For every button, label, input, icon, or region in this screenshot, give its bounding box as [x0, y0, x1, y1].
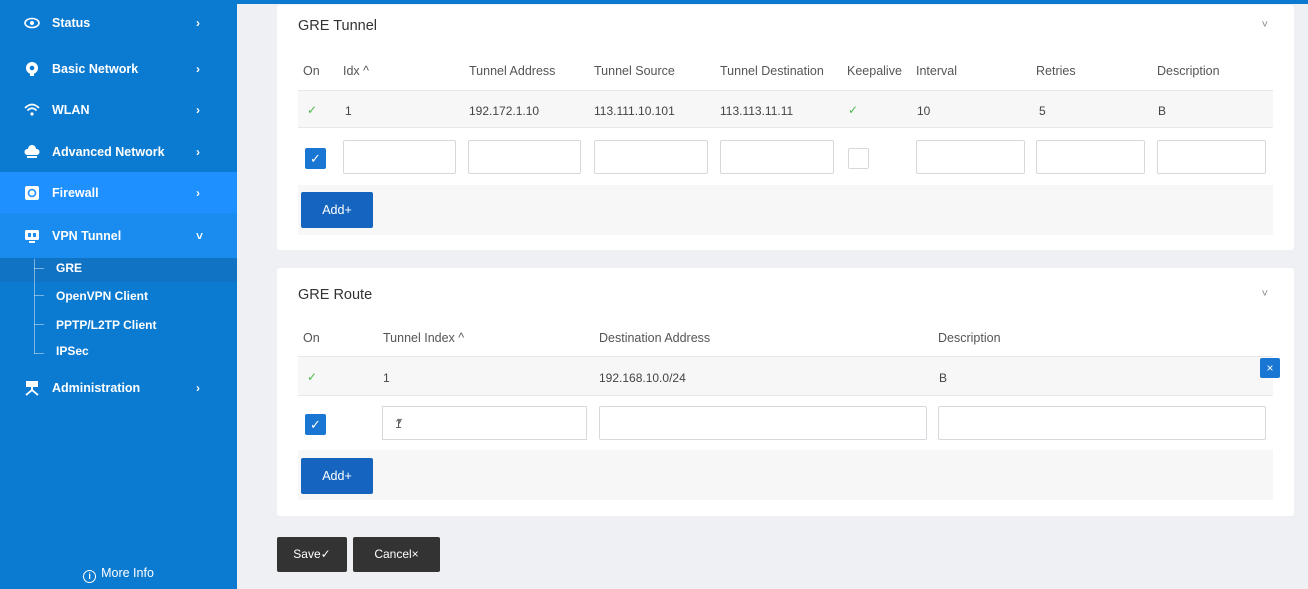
new-tunnel-address-input[interactable]	[468, 140, 581, 174]
cell-destination-address: 192.168.10.0/24	[599, 371, 686, 385]
tree-tick	[34, 268, 44, 269]
col-header-tunnel-address: Tunnel Address	[469, 64, 556, 78]
sidebar: Status › Basic Network › WLAN › Advanced…	[0, 0, 237, 589]
col-header-interval: Interval	[916, 64, 957, 78]
sidebar-item-label: Status	[52, 15, 91, 30]
cloud-icon	[24, 144, 40, 158]
col-header-on: On	[303, 331, 320, 345]
new-description-input[interactable]	[1157, 140, 1266, 174]
chevron-down-icon[interactable]: ˅	[1262, 19, 1268, 31]
new-keepalive-checkbox[interactable]	[848, 148, 869, 169]
new-on-checkbox[interactable]: ✓	[305, 414, 326, 435]
more-info-link[interactable]: i More Info	[0, 566, 237, 583]
sidebar-item-firewall[interactable]: Firewall ›	[0, 172, 237, 213]
panel-title: GRE Tunnel	[298, 18, 377, 34]
chevron-right-icon: ›	[196, 102, 200, 117]
col-header-tunnel-index[interactable]: Tunnel Index ^	[383, 331, 464, 345]
new-tunnel-destination-input[interactable]	[720, 140, 834, 174]
tree-tick	[34, 353, 44, 354]
cancel-button[interactable]: Cancel×	[353, 537, 440, 572]
cell-tunnel-destination: 113.113.11.11	[720, 104, 794, 118]
sidebar-item-label: VPN Tunnel	[52, 228, 122, 243]
wifi-icon	[24, 103, 40, 116]
sidebar-item-label: WLAN	[52, 102, 90, 117]
check-icon: ✓	[307, 103, 318, 117]
delete-row-button[interactable]: ×	[1260, 358, 1280, 378]
cell-interval: 10	[917, 104, 931, 118]
col-header-destination-address: Destination Address	[599, 331, 711, 345]
sidebar-item-label: Firewall	[52, 185, 99, 200]
more-info-label: More Info	[101, 566, 154, 580]
col-header-keepalive: Keepalive	[847, 64, 902, 78]
new-idx-input[interactable]	[343, 140, 456, 174]
col-header-retries: Retries	[1036, 64, 1076, 78]
sidebar-item-vpn-tunnel[interactable]: VPN Tunnel ˅	[0, 213, 237, 258]
tree-tick	[34, 324, 44, 325]
tree-line	[34, 259, 35, 354]
top-border	[237, 0, 1308, 4]
col-header-tunnel-destination: Tunnel Destination	[720, 64, 824, 78]
sidebar-item-label: Basic Network	[52, 61, 139, 76]
chevron-right-icon: ›	[196, 144, 200, 159]
sidebar-item-label: Advanced Network	[52, 144, 165, 159]
add-area	[298, 450, 1273, 500]
vpn-icon	[25, 229, 39, 243]
chevron-right-icon: ›	[196, 15, 200, 30]
chevron-down-icon: ˅	[196, 228, 204, 243]
add-button[interactable]: Add+	[301, 192, 373, 228]
col-header-description: Description	[938, 331, 1001, 345]
tree-tick	[34, 295, 44, 296]
chevron-right-icon: ›	[196, 185, 200, 200]
panel-title: GRE Route	[298, 287, 373, 303]
sidebar-subitem-gre[interactable]: GRE	[56, 261, 82, 275]
info-icon: i	[83, 570, 97, 583]
new-on-checkbox[interactable]: ✓	[305, 148, 326, 169]
sidebar-subitem-ipsec[interactable]: IPSec	[56, 344, 89, 358]
dropdown-arrow-icon: ▼	[395, 416, 404, 426]
sidebar-item-advanced-network[interactable]: Advanced Network ›	[0, 131, 237, 172]
col-header-description: Description	[1157, 64, 1220, 78]
new-destination-address-input[interactable]	[599, 406, 927, 440]
cell-tunnel-address: 192.172.1.10	[469, 104, 540, 118]
col-header-tunnel-source: Tunnel Source	[594, 64, 675, 78]
table-row[interactable]	[298, 356, 1273, 396]
add-button[interactable]: Add+	[301, 458, 373, 494]
check-icon: ✓	[848, 103, 859, 117]
sidebar-subitem-openvpn-client[interactable]: OpenVPN Client	[56, 289, 148, 303]
gre-route-panel: GRE Route ˅ On Tunnel Index ^ Destinatio…	[277, 268, 1294, 516]
col-header-on: On	[303, 64, 320, 78]
sidebar-item-administration[interactable]: Administration ›	[0, 367, 237, 408]
eye-icon	[24, 17, 40, 28]
gre-tunnel-panel: GRE Tunnel ˅ On Idx ^ Tunnel Address Tun…	[277, 5, 1294, 250]
cell-description: B	[939, 371, 948, 385]
cell-idx: 1	[345, 104, 352, 118]
cell-description: B	[1158, 104, 1167, 118]
new-tunnel-source-input[interactable]	[594, 140, 708, 174]
admin-icon	[25, 380, 39, 396]
firewall-icon	[25, 185, 39, 200]
new-interval-input[interactable]	[916, 140, 1025, 174]
chevron-right-icon: ›	[196, 61, 200, 76]
tunnel-index-select[interactable]: 1 ▼	[382, 406, 587, 440]
sidebar-item-wlan[interactable]: WLAN ›	[0, 89, 237, 130]
check-icon: ✓	[307, 370, 318, 384]
new-retries-input[interactable]	[1036, 140, 1145, 174]
sidebar-item-label: Administration	[52, 380, 141, 395]
new-description-input[interactable]	[938, 406, 1266, 440]
sidebar-item-basic-network[interactable]: Basic Network ›	[0, 48, 237, 89]
add-area	[298, 185, 1273, 235]
cell-tunnel-source: 113.111.10.101	[594, 104, 675, 118]
save-button[interactable]: Save✓	[277, 537, 347, 572]
cell-retries: 5	[1039, 104, 1046, 118]
chevron-right-icon: ›	[196, 380, 200, 395]
sidebar-subitem-active-bg	[0, 258, 237, 282]
sidebar-subitem-pptp-l2tp-client[interactable]: PPTP/L2TP Client	[56, 318, 156, 332]
globe-icon	[26, 61, 38, 76]
sidebar-item-status[interactable]: Status ›	[0, 2, 237, 43]
cell-tunnel-index: 1	[383, 371, 390, 385]
chevron-down-icon[interactable]: ˅	[1262, 288, 1268, 300]
col-header-idx[interactable]: Idx ^	[343, 64, 369, 78]
